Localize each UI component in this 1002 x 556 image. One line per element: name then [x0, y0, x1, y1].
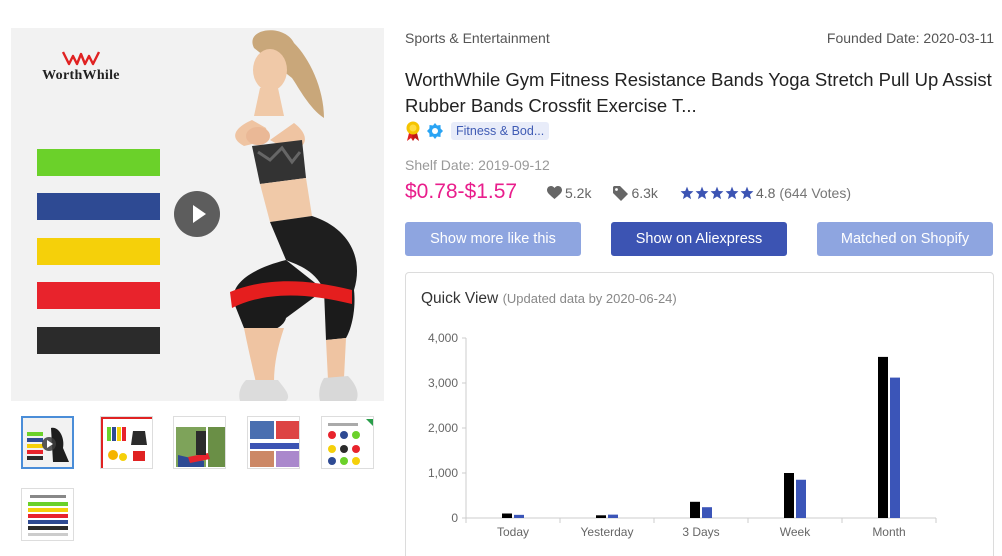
band-yellow — [37, 238, 160, 265]
y-tick-label: 3,000 — [428, 376, 458, 390]
orders-count: 6.3k — [631, 185, 658, 201]
bar-series-1-today[interactable] — [502, 513, 512, 519]
thumbnail-3[interactable] — [173, 416, 226, 469]
x-tick-label: 3 Days — [682, 525, 719, 539]
x-tick-label: Yesterday — [581, 525, 634, 539]
bar-series-2-3-days[interactable] — [702, 507, 712, 518]
band-green — [37, 149, 160, 176]
price-range: $0.78-$1.57 — [405, 180, 518, 203]
star-icon — [680, 186, 694, 200]
shelf-date: Shelf Date: 2019-09-12 — [405, 157, 550, 173]
award-medal-icon — [406, 121, 420, 141]
star-icon — [740, 186, 754, 200]
product-category[interactable]: Sports & Entertainment — [405, 30, 550, 46]
show-more-like-this-button[interactable]: Show more like this — [405, 222, 581, 256]
sales-bar-chart: 0 1,000 2,000 3,000 4,000 Today Yesterday 3 Da… — [428, 331, 937, 539]
star-icon — [695, 186, 709, 200]
rating-value: 4.8 — [755, 185, 776, 201]
y-tick-label: 0 — [451, 511, 458, 525]
thumbnail-image — [248, 417, 299, 468]
rating-stars — [680, 186, 754, 200]
thumbnail-5[interactable] — [321, 416, 374, 469]
thumbnail-image — [101, 417, 152, 468]
y-tick-label: 4,000 — [428, 331, 458, 345]
brand-logo: WorthWhile — [31, 50, 131, 84]
orders-stat: 6.3k — [613, 185, 658, 201]
bar-series-1-week[interactable] — [784, 473, 794, 518]
y-axis: 0 1,000 2,000 3,000 4,000 — [428, 331, 467, 525]
bar-series-1-yesterday[interactable] — [596, 515, 606, 518]
show-on-aliexpress-button[interactable]: Show on Aliexpress — [611, 222, 787, 256]
x-axis: Today Yesterday 3 Days Week Month — [465, 517, 937, 539]
band-black — [37, 327, 160, 354]
bar-series-1-month[interactable] — [878, 356, 888, 518]
main-product-image[interactable]: WorthWhile — [11, 28, 384, 401]
quick-view-panel: Quick View (Updated data by 2020-06-24) … — [405, 272, 994, 556]
matched-on-shopify-button[interactable]: Matched on Shopify — [817, 222, 993, 256]
category-tag[interactable]: Fitness & Bod... — [451, 122, 550, 140]
thumbnail-6[interactable] — [21, 488, 74, 541]
play-video-button[interactable] — [174, 191, 220, 237]
y-tick-label: 2,000 — [428, 421, 458, 435]
heart-icon — [547, 186, 562, 199]
x-tick-label: Today — [497, 525, 529, 539]
vote-count: (644 Votes) — [779, 185, 852, 201]
likes-count: 5.2k — [565, 185, 592, 201]
product-stats: 5.2k 6.3k 4.8 (644 Votes) — [547, 185, 851, 201]
price-tag-icon — [613, 185, 629, 201]
y-tick-label: 1,000 — [428, 466, 458, 480]
verified-badge-icon — [427, 123, 443, 139]
thumbnail-4[interactable] — [247, 416, 300, 469]
star-icon — [725, 186, 739, 200]
badge-row: Fitness & Bod... — [405, 120, 550, 142]
brand-logo-text: WorthWhile — [42, 68, 120, 83]
thumbnail-image — [322, 417, 373, 468]
chart-bars — [502, 356, 900, 519]
product-title[interactable]: WorthWhile Gym Fitness Resistance Bands … — [405, 67, 995, 119]
x-tick-label: Month — [872, 525, 905, 539]
x-tick-label: Week — [780, 525, 811, 539]
thumbnail-1[interactable] — [21, 416, 74, 469]
bar-series-1-3-days[interactable] — [690, 501, 700, 518]
play-icon — [193, 205, 206, 223]
thumbnail-image — [23, 418, 72, 467]
band-blue — [37, 193, 160, 220]
bar-series-2-yesterday[interactable] — [608, 514, 618, 518]
bar-series-2-week[interactable] — [796, 479, 806, 518]
bar-series-2-today[interactable] — [514, 514, 524, 518]
founded-date: Founded Date: 2020-03-11 — [826, 30, 994, 46]
brand-logo-icon — [61, 51, 101, 66]
likes-stat: 5.2k — [547, 185, 591, 201]
thumbnail-2[interactable] — [100, 416, 153, 469]
band-red — [37, 282, 160, 309]
star-icon — [710, 186, 724, 200]
thumbnail-image — [22, 489, 73, 540]
thumbnail-image — [174, 417, 225, 468]
bar-series-2-month[interactable] — [890, 377, 900, 518]
